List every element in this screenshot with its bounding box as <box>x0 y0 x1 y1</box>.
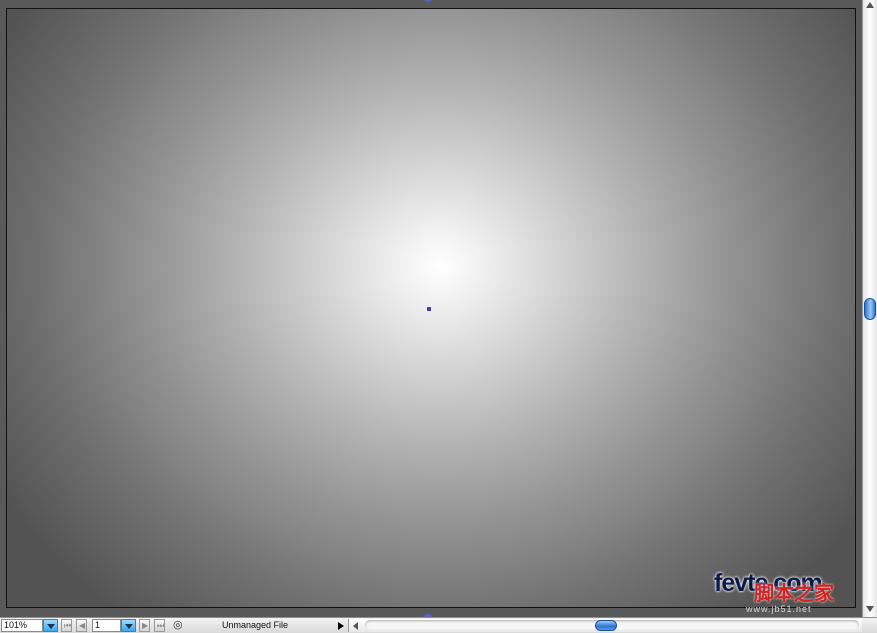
document-window: 101% ⏮ ◀ 1 ▶ ⏭ ◎ Unmanaged File fevte.co… <box>0 0 877 633</box>
zoom-level-field[interactable]: 101% <box>1 619 43 632</box>
last-page-button[interactable]: ⏭ <box>154 619 165 632</box>
scroll-up-icon[interactable] <box>866 2 874 8</box>
vertical-scrollbar[interactable] <box>862 0 877 617</box>
page-dropdown-button[interactable] <box>121 619 136 632</box>
gradient-center-point[interactable] <box>427 307 431 311</box>
horizontal-scroll-thumb[interactable] <box>595 620 617 631</box>
scroll-left-icon[interactable] <box>353 622 358 630</box>
version-cue-button[interactable]: ◎ <box>172 619 186 632</box>
chevron-down-icon <box>125 624 133 629</box>
horizontal-scrollbar[interactable] <box>348 619 862 632</box>
page-number-field[interactable]: 1 <box>92 619 121 632</box>
version-cue-icon: ◎ <box>173 619 183 631</box>
gradient-anchor-top[interactable] <box>424 0 432 2</box>
chevron-right-icon <box>338 622 344 630</box>
first-page-button[interactable]: ⏮ <box>61 619 72 632</box>
next-page-icon: ▶ <box>142 621 149 630</box>
scroll-down-icon[interactable] <box>866 606 874 612</box>
previous-page-icon: ◀ <box>79 621 86 630</box>
zoom-dropdown-button[interactable] <box>43 619 58 632</box>
status-text: Unmanaged File <box>222 620 289 630</box>
chevron-down-icon <box>47 624 55 629</box>
watermark-url: www.jb51.net <box>746 604 812 614</box>
canvas-area[interactable] <box>0 0 862 617</box>
status-bar: 101% ⏮ ◀ 1 ▶ ⏭ ◎ Unmanaged File <box>0 617 877 633</box>
first-page-icon: ⏮ <box>64 621 72 630</box>
vertical-scroll-thumb[interactable] <box>864 298 876 320</box>
watermark-chinese: 脚本之家 <box>754 583 834 605</box>
status-menu-button[interactable] <box>336 619 346 632</box>
last-page-icon: ⏭ <box>157 621 165 630</box>
previous-page-button[interactable]: ◀ <box>76 619 87 632</box>
next-page-button[interactable]: ▶ <box>139 619 150 632</box>
artboard-radial-gradient[interactable] <box>6 8 856 608</box>
watermark: fevte.com 脚本之家 www.jb51.net <box>712 569 862 617</box>
